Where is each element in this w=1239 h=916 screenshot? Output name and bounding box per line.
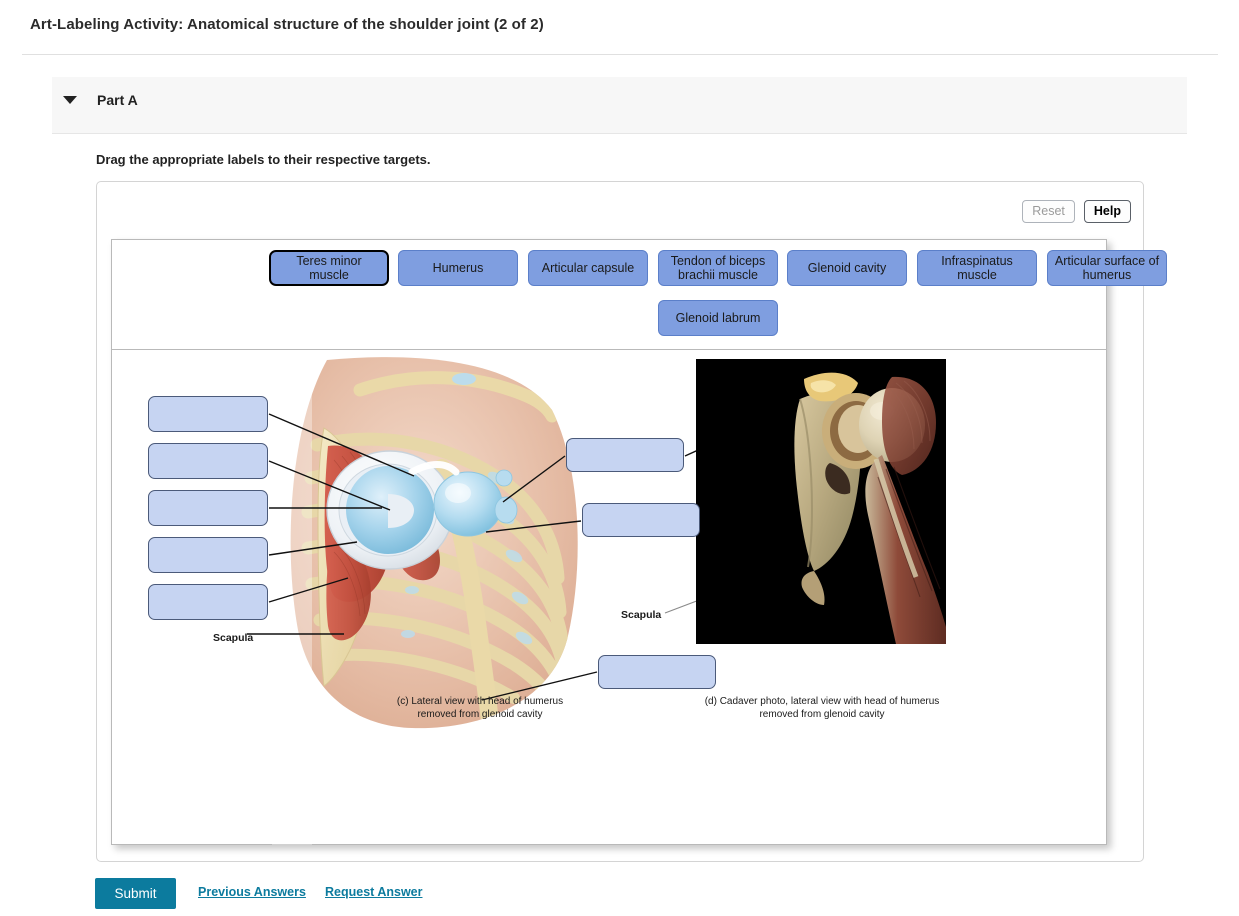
drag-label-1[interactable]: Humerus: [398, 250, 518, 286]
part-a-header[interactable]: [52, 77, 1187, 134]
title-divider: [22, 54, 1218, 55]
drop-target-1[interactable]: [148, 396, 268, 432]
drag-label-7[interactable]: Glenoid labrum: [658, 300, 778, 336]
tool-button-group: Reset Help: [1022, 200, 1131, 223]
drag-label-6[interactable]: Articular surface of humerus: [1047, 250, 1167, 286]
instruction-text: Drag the appropriate labels to their res…: [96, 152, 431, 167]
illustration-stage: Scapula Scapula (c) Lateral view with head…: [112, 350, 1106, 845]
drag-label-4[interactable]: Glenoid cavity: [787, 250, 907, 286]
cadaver-photo: [696, 359, 946, 644]
part-a-label: Part A: [97, 92, 138, 108]
chevron-down-icon[interactable]: [63, 96, 77, 104]
drop-target-6[interactable]: [566, 438, 684, 472]
caption-d: (d) Cadaver photo, lateral view with hea…: [704, 696, 940, 720]
label-bank: Teres minor muscle Humerus Articular capsu…: [112, 240, 1167, 349]
reset-button[interactable]: Reset: [1022, 200, 1075, 223]
drop-target-2[interactable]: [148, 443, 268, 479]
drop-target-3[interactable]: [148, 490, 268, 526]
submit-button[interactable]: Submit: [95, 878, 176, 909]
drop-target-7[interactable]: [582, 503, 700, 537]
drop-target-4[interactable]: [148, 537, 268, 573]
drag-label-3[interactable]: Tendon of biceps brachii muscle: [658, 250, 778, 286]
drop-target-8[interactable]: [598, 655, 716, 689]
caption-c: (c) Lateral view with head of humerus re…: [396, 696, 564, 720]
drag-label-5[interactable]: Infraspinatus muscle: [917, 250, 1037, 286]
scapula-label-cadaver: Scapula: [621, 609, 662, 621]
drag-label-2[interactable]: Articular capsule: [528, 250, 648, 286]
drop-target-5[interactable]: [148, 584, 268, 620]
drag-label-0[interactable]: Teres minor muscle: [269, 250, 389, 286]
scapula-label-illustration: Scapula: [213, 632, 254, 644]
activity-panel: Reset Help Teres minor muscle Humerus Arti…: [96, 181, 1167, 862]
previous-answers-link[interactable]: Previous Answers: [198, 885, 306, 899]
cadaver-photo-artwork: [696, 359, 946, 644]
page-title: Art-Labeling Activity: Anatomical struct…: [30, 16, 544, 33]
help-button[interactable]: Help: [1083, 200, 1131, 223]
request-answer-link[interactable]: Request Answer: [325, 885, 422, 899]
drag-drop-frame: Teres minor muscle Humerus Articular capsu…: [111, 239, 1167, 845]
